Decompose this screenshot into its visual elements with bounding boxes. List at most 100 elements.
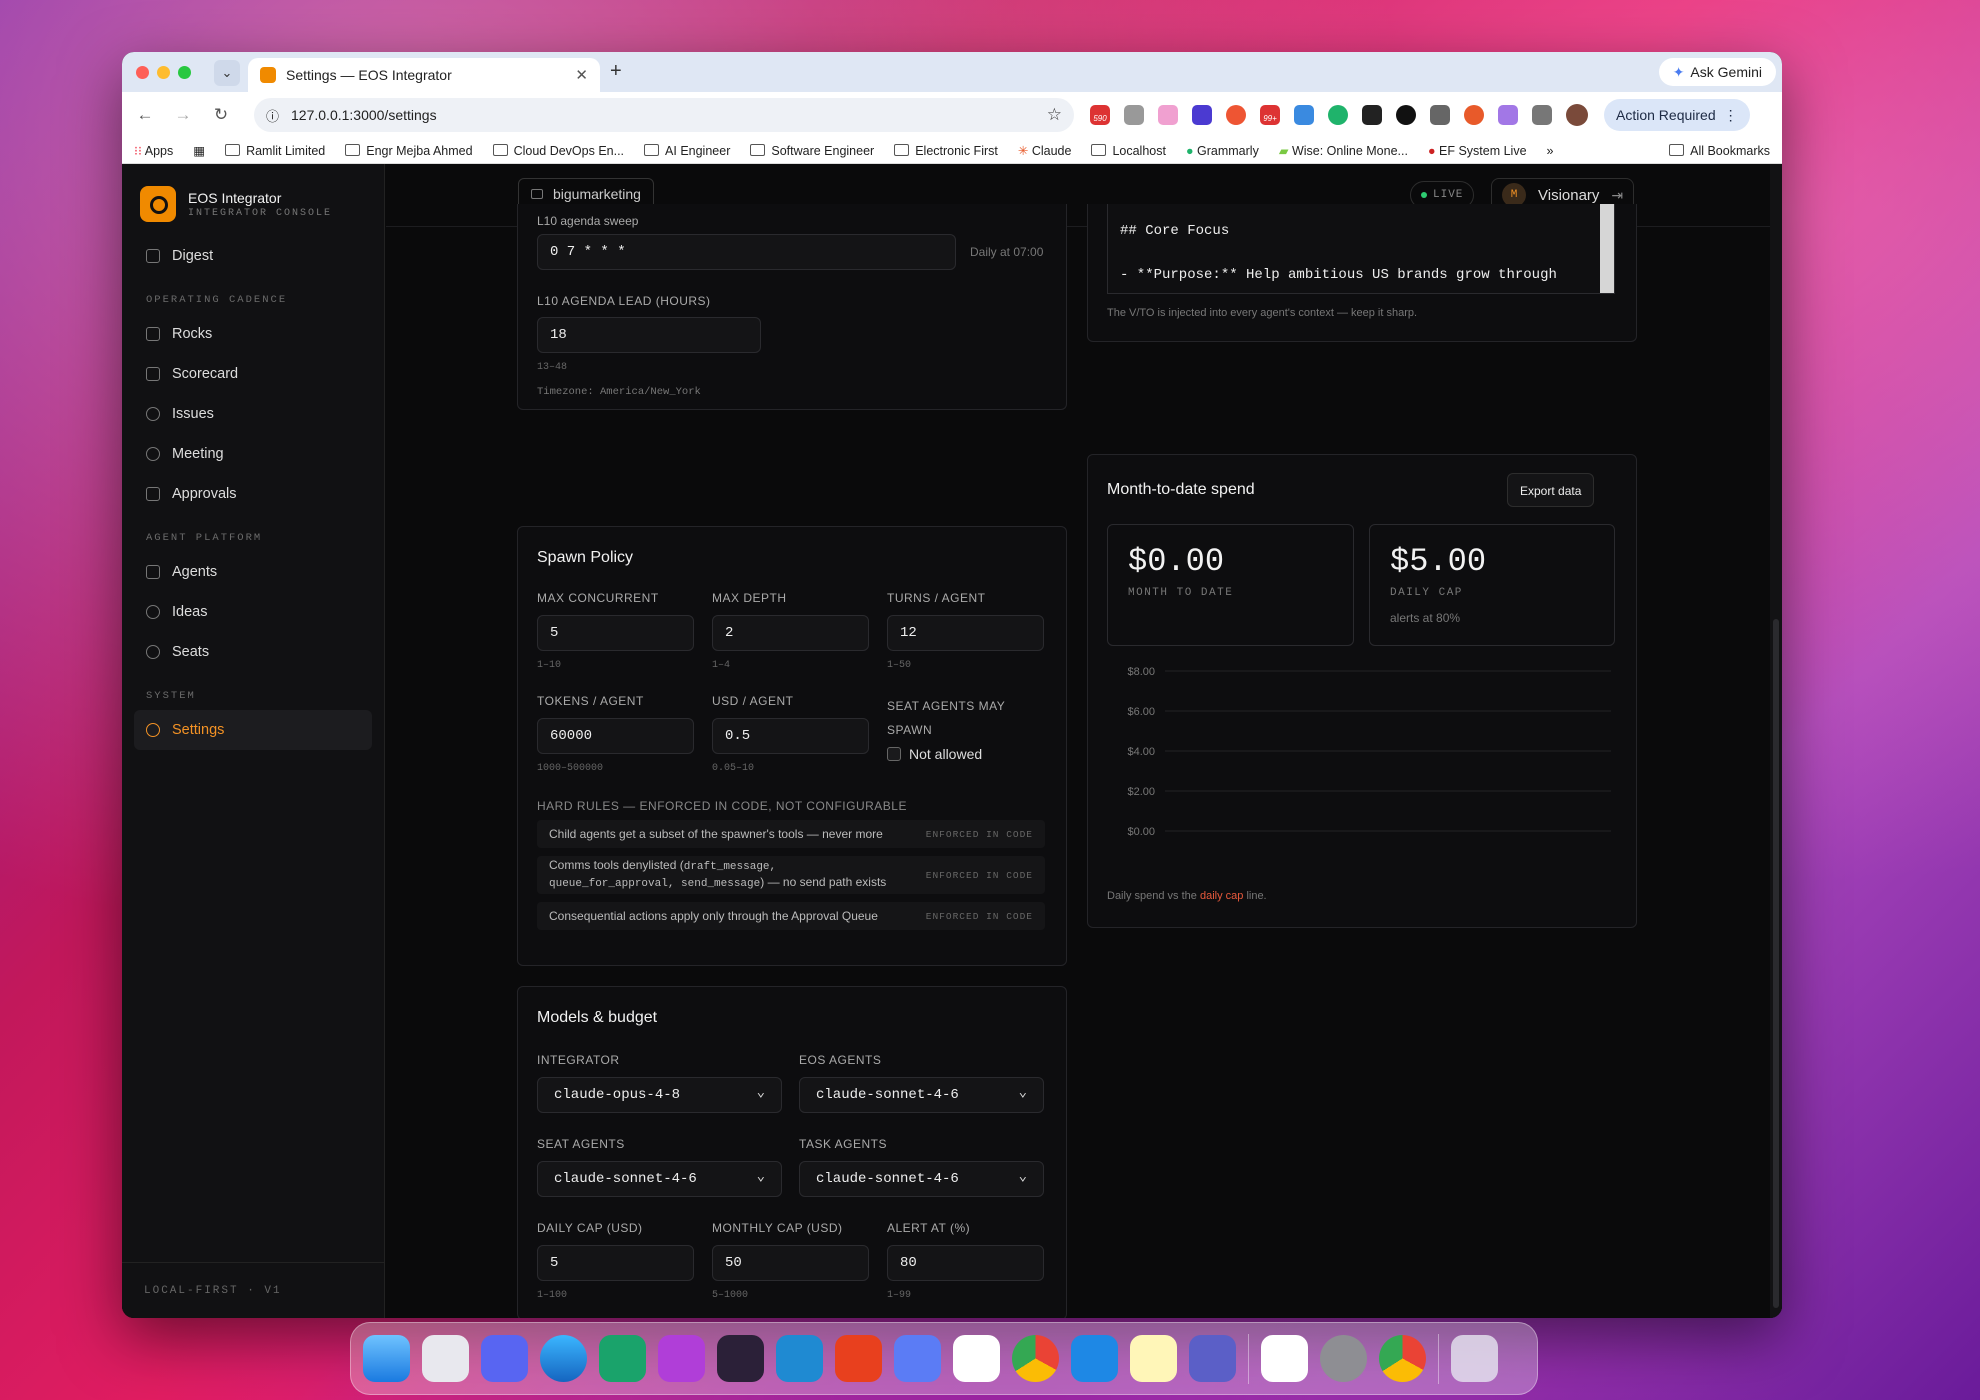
bookmark-folder[interactable]: Cloud DevOps En...: [493, 144, 624, 158]
extension-play-icon[interactable]: [1158, 105, 1178, 125]
finder-icon[interactable]: [363, 1335, 410, 1382]
extension-gift-icon[interactable]: 99+: [1260, 105, 1280, 125]
bookmark-wise[interactable]: ▰ Wise: Online Mone...: [1279, 143, 1408, 158]
bookmark-folder[interactable]: Ramlit Limited: [225, 144, 325, 158]
new-tab-button[interactable]: +: [610, 60, 622, 83]
address-bar[interactable]: ⓘ 127.0.0.1:3000/settings ☆: [254, 98, 1074, 132]
sidebar-item-meeting[interactable]: Meeting: [134, 434, 372, 474]
kebab-menu-icon[interactable]: ⋮: [1724, 107, 1738, 124]
sweep-cron-input[interactable]: 0 7 * * *: [537, 234, 956, 270]
alert-at-input[interactable]: 80: [887, 1245, 1044, 1281]
bookmark-ef[interactable]: ● EF System Live: [1428, 144, 1527, 158]
bookmarks-overflow-icon[interactable]: »: [1547, 144, 1554, 158]
gemini-app-icon[interactable]: [953, 1335, 1000, 1382]
max-concurrent-input[interactable]: 5: [537, 615, 694, 651]
sidebar-item-ideas[interactable]: Ideas: [134, 592, 372, 632]
notes-icon[interactable]: [1130, 1335, 1177, 1382]
extension-drop-icon[interactable]: [1498, 105, 1518, 125]
checkbox-icon[interactable]: [887, 747, 901, 761]
lead-hours-input[interactable]: 18: [537, 317, 761, 353]
extension-grammarly-icon[interactable]: [1328, 105, 1348, 125]
tab-groups-icon[interactable]: ▦: [193, 143, 205, 158]
teams-icon[interactable]: [1189, 1335, 1236, 1382]
sidebar-item-seats[interactable]: Seats: [134, 632, 372, 672]
task-agents-select[interactable]: claude-sonnet-4-6: [799, 1161, 1044, 1197]
sidebar-item-issues[interactable]: Issues: [134, 394, 372, 434]
bookmark-apps[interactable]: ⁝⁝ Apps: [134, 143, 173, 158]
site-info-icon[interactable]: ⓘ: [266, 106, 279, 125]
tab-search-chevron-icon[interactable]: ⌄: [214, 60, 240, 86]
page-scrollbar[interactable]: [1770, 164, 1782, 1318]
extension-openai-icon[interactable]: [1396, 105, 1416, 125]
usd-input[interactable]: 0.5: [712, 718, 869, 754]
extensions-puzzle-icon[interactable]: [1532, 105, 1552, 125]
seat-spawn-toggle[interactable]: Not allowed: [887, 746, 982, 762]
scrollbar-thumb[interactable]: [1773, 619, 1779, 1308]
extension-claude-icon[interactable]: [1464, 105, 1484, 125]
close-window-button[interactable]: [136, 66, 149, 79]
seat-agents-select[interactable]: claude-sonnet-4-6: [537, 1161, 782, 1197]
ask-gemini-button[interactable]: ✦ Ask Gemini: [1658, 58, 1776, 86]
grammarly-icon: ●: [1185, 143, 1194, 158]
bookmark-folder[interactable]: Software Engineer: [750, 144, 874, 158]
system-settings-icon[interactable]: [1320, 1335, 1367, 1382]
launchpad-icon[interactable]: [422, 1335, 469, 1382]
chat-app-icon[interactable]: [894, 1335, 941, 1382]
zoom-window-button[interactable]: [178, 66, 191, 79]
sidebar-item-settings[interactable]: Settings: [134, 710, 372, 750]
bookmark-folder[interactable]: Electronic First: [894, 144, 998, 158]
discord-icon[interactable]: [481, 1335, 528, 1382]
extension-record-icon[interactable]: [1226, 105, 1246, 125]
vscode-icon[interactable]: [776, 1335, 823, 1382]
sidebar-item-approvals[interactable]: Approvals: [134, 474, 372, 514]
tab-settings[interactable]: Settings — EOS Integrator ✕: [248, 58, 600, 92]
eos-agents-select[interactable]: claude-sonnet-4-6: [799, 1077, 1044, 1113]
extension-calendar-icon[interactable]: 590: [1090, 105, 1110, 125]
phpstorm-icon[interactable]: [658, 1335, 705, 1382]
chrome-icon[interactable]: [1379, 1335, 1426, 1382]
extension-fire-icon[interactable]: [1430, 105, 1450, 125]
textarea-scrollbar[interactable]: [1600, 204, 1614, 293]
obsidian-icon[interactable]: [717, 1335, 764, 1382]
sidebar-item-digest[interactable]: Digest: [134, 236, 372, 276]
bookmark-folder[interactable]: Engr Mejba Ahmed: [345, 144, 472, 158]
app-store-icon[interactable]: [1071, 1335, 1118, 1382]
sidebar-item-agents[interactable]: Agents: [134, 552, 372, 592]
trash-icon[interactable]: [1451, 1335, 1498, 1382]
intellij-icon[interactable]: [835, 1335, 882, 1382]
max-depth-input[interactable]: 2: [712, 615, 869, 651]
close-tab-icon[interactable]: ✕: [575, 66, 588, 84]
safari-icon[interactable]: [540, 1335, 587, 1382]
daily-cap-input[interactable]: 5: [537, 1245, 694, 1281]
extension-camera-icon[interactable]: [1124, 105, 1144, 125]
tokens-label: TOKENS / AGENT: [537, 694, 644, 708]
vto-textarea[interactable]: ## Core Focus - **Purpose:** Help ambiti…: [1107, 204, 1615, 294]
back-arrow-icon[interactable]: ←: [134, 105, 156, 125]
minimize-window-button[interactable]: [157, 66, 170, 79]
pycharm-icon[interactable]: [599, 1335, 646, 1382]
profile-avatar[interactable]: [1566, 104, 1588, 126]
action-required-button[interactable]: Action Required ⋮: [1604, 99, 1750, 131]
daily-cap-link[interactable]: daily cap: [1200, 890, 1243, 902]
logout-icon[interactable]: ⇥: [1611, 187, 1623, 204]
bookmark-folder[interactable]: Localhost: [1091, 144, 1166, 158]
slack-icon[interactable]: [1261, 1335, 1308, 1382]
chrome-icon[interactable]: [1012, 1335, 1059, 1382]
turns-input[interactable]: 12: [887, 615, 1044, 651]
sidebar-item-scorecard[interactable]: Scorecard: [134, 354, 372, 394]
extension-tool-icon[interactable]: [1362, 105, 1382, 125]
sidebar-item-rocks[interactable]: Rocks: [134, 314, 372, 354]
tokens-input[interactable]: 60000: [537, 718, 694, 754]
extension-diamond-icon[interactable]: [1192, 105, 1212, 125]
export-data-button[interactable]: Export data: [1507, 473, 1595, 507]
reload-icon[interactable]: ↻: [210, 105, 232, 125]
bookmark-folder[interactable]: AI Engineer: [644, 144, 730, 158]
bookmark-claude[interactable]: ✳ Claude: [1018, 143, 1072, 158]
all-bookmarks-folder[interactable]: All Bookmarks: [1669, 144, 1770, 158]
integrator-select[interactable]: claude-opus-4-8: [537, 1077, 782, 1113]
bookmark-grammarly[interactable]: ● Grammarly: [1186, 144, 1259, 158]
monthly-cap-input[interactable]: 50: [712, 1245, 869, 1281]
extension-tag-icon[interactable]: [1294, 105, 1314, 125]
forward-arrow-icon[interactable]: →: [172, 105, 194, 125]
bookmark-star-icon[interactable]: ☆: [1047, 105, 1062, 125]
